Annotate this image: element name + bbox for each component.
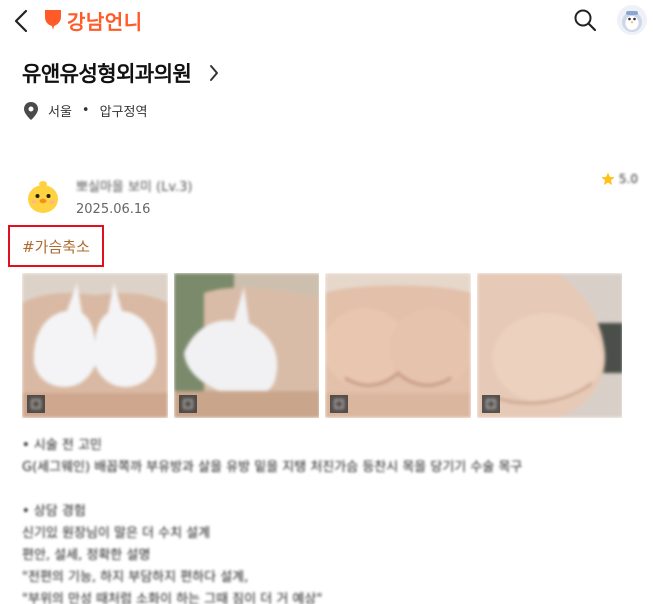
app-logo[interactable]: 강남언니 (44, 6, 143, 34)
hospital-name: 유앤유성형외과의원 (22, 62, 192, 86)
location-pin-icon (24, 101, 38, 120)
rating-value: 5.0 (618, 172, 638, 186)
chevron-left-icon (14, 9, 28, 33)
review-body-line: 편안, 설세, 정확한 설명 (22, 548, 151, 563)
reviewer-avatar[interactable] (22, 176, 64, 218)
review-photo-2[interactable] (173, 273, 319, 418)
location-separator: • (81, 103, 90, 118)
chevron-right-icon (210, 65, 219, 81)
photo-expand-icon (330, 395, 348, 413)
review-hashtag[interactable]: #가슴축소 (22, 236, 90, 257)
hashtag-highlight-box: #가슴축소 (8, 225, 104, 267)
review-body-line: • 시술 전 고민 (22, 438, 102, 453)
review-body-line: "전편의 기능, 하지 부담하지 편하다 설계, (22, 570, 249, 585)
logo-mark-icon (45, 10, 61, 30)
review-body-line: 신기있 원장님이 말은 더 수치 설계 (22, 526, 211, 541)
profile-avatar[interactable] (617, 5, 647, 35)
reviewer-nickname[interactable]: 뽀실마을 보미 (Lv.3) (76, 176, 193, 195)
penguin-avatar-icon (622, 11, 642, 32)
back-button[interactable] (8, 6, 34, 36)
photo-expand-icon (27, 395, 45, 413)
photo-expand-icon (481, 395, 500, 413)
star-icon (601, 172, 615, 185)
hospital-location: 서울 • 압구정역 (24, 101, 147, 120)
hospital-title-link[interactable]: 유앤유성형외과의원 (22, 58, 219, 88)
review-body-line: G(세그웨인) 배꼽쪽까 부유방과 살을 유방 밑을 지탱 처진가슴 등찬시 목… (22, 460, 523, 475)
search-icon (574, 9, 597, 32)
location-area: 압구정역 (99, 105, 148, 120)
photo-expand-icon (178, 395, 197, 413)
review-rating: 5.0 (601, 172, 638, 186)
top-bar: 강남언니 (0, 0, 653, 44)
review-photo-4[interactable] (476, 273, 622, 418)
search-button[interactable] (570, 6, 600, 34)
review-photos (22, 273, 622, 418)
chick-avatar-icon (22, 176, 64, 218)
review-date: 2025.06.16 (76, 202, 151, 217)
review-body-line: "부위의 만성 때처럼 소화이 하는 그때 짐이 더 거 예상" (22, 592, 323, 604)
review-photo-3[interactable] (325, 273, 471, 418)
review-body-line: • 상담 경험 (22, 504, 86, 519)
logo-text: 강남언니 (67, 9, 143, 34)
review-header: 뽀실마을 보미 (Lv.3) 2025.06.16 5.0 (22, 172, 642, 222)
review-body: • 시술 전 고민 G(세그웨인) 배꼽쪽까 부유방과 살을 유방 밑을 지탱 … (22, 435, 632, 604)
location-city: 서울 (48, 105, 72, 120)
review-photo-1[interactable] (22, 273, 168, 418)
